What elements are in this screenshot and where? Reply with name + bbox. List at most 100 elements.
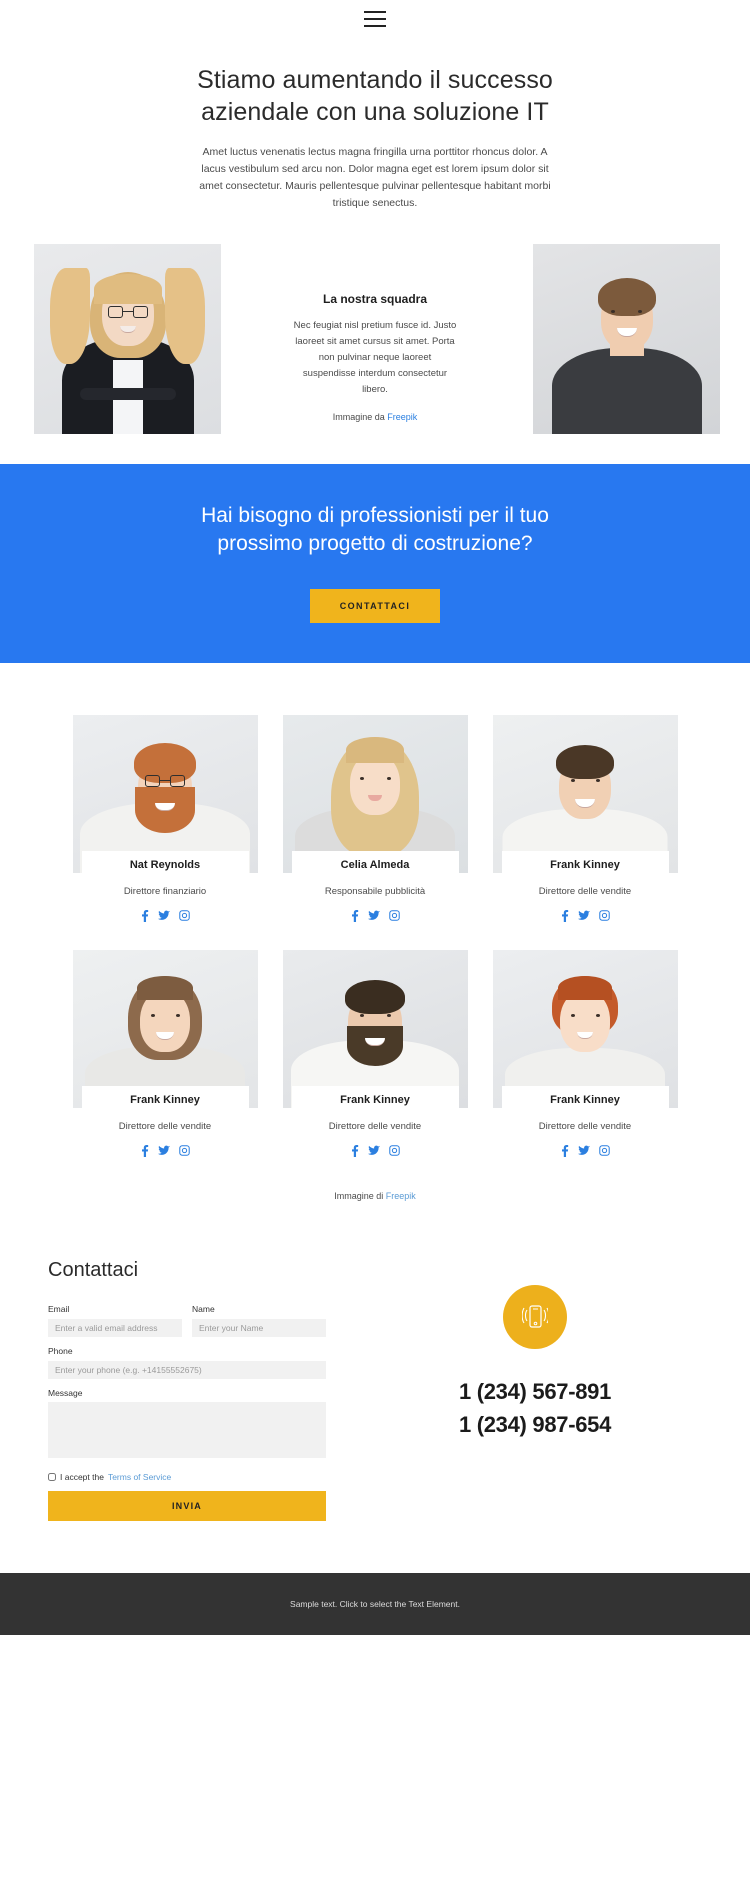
member-photo [72,949,258,1108]
team-member-card: Nat Reynolds Direttore finanziario [72,714,258,922]
message-input[interactable] [48,1401,326,1458]
mobile-phone-icon [503,1284,567,1349]
instagram-icon[interactable] [598,909,610,922]
facebook-icon[interactable] [561,909,569,922]
intro-credit-prefix: Immagine da [332,411,385,422]
team-credit-link[interactable]: Freepik [386,1191,416,1201]
member-photo [492,714,678,873]
facebook-icon[interactable] [141,1144,149,1157]
contact-us-button[interactable]: CONTATTACI [309,588,441,623]
member-photo [282,714,468,873]
message-label: Message [48,1387,83,1398]
member-social-links [493,909,678,922]
contact-section: Contattaci Email Name Phone Message I ac… [0,1201,750,1573]
twitter-icon[interactable] [157,1145,170,1157]
email-input[interactable] [48,1318,182,1337]
team-credit-prefix: Immagine di [334,1190,384,1201]
cta-banner: Hai bisogno di professionisti per il tuo… [0,464,750,663]
instagram-icon[interactable] [388,1144,400,1157]
twitter-icon[interactable] [157,910,170,922]
contact-field-row: Email Name [48,1304,348,1346]
member-photo [492,949,678,1108]
accept-terms-checkbox[interactable] [48,1472,56,1481]
team-row-2: Frank Kinney Direttore delle vendite Fra… [0,949,750,1157]
instagram-icon[interactable] [388,909,400,922]
member-social-links [73,909,258,922]
team-intro-section: La nostra squadra Nec feugiat nisl preti… [0,244,750,442]
instagram-icon[interactable] [178,909,190,922]
member-social-links [283,1144,468,1157]
phone-field-group: Phone [48,1346,326,1379]
hero-section: Stiamo aumentando il successo aziendale … [0,38,750,222]
facebook-icon[interactable] [141,909,149,922]
name-input[interactable] [192,1318,326,1337]
member-name-plate: Frank Kinney [291,1085,459,1113]
member-name: Nat Reynolds [129,858,201,871]
phone-number-1: 1 (234) 567-891 [458,1378,612,1404]
member-name-plate: Frank Kinney [81,1085,249,1113]
site-footer: Sample text. Click to select the Text El… [0,1572,750,1635]
team-member-card: Frank Kinney Direttore delle vendite [492,714,678,922]
hero-paragraph: Amet luctus venenatis lectus magna fring… [199,146,551,209]
member-name-plate: Nat Reynolds [81,850,249,878]
name-field-group: Name [192,1304,326,1337]
phone-number-2: 1 (234) 987-654 [458,1411,612,1437]
member-role: Direttore delle vendite [328,1120,422,1132]
contact-form: Contattaci Email Name Phone Message I ac… [48,1259,348,1521]
member-role: Direttore delle vendite [538,885,632,897]
intro-image-credit: Immagine da Freepik [292,412,458,422]
facebook-icon[interactable] [561,1144,569,1157]
team-intro-heading: La nostra squadra [322,292,428,306]
team-member-card: Celia Almeda Responsabile pubblicità [282,714,468,922]
terms-of-service-link[interactable]: Terms of Service [108,1472,171,1482]
instagram-icon[interactable] [178,1144,190,1157]
page-title: Stiamo aumentando il successo aziendale … [165,64,585,128]
member-name: Frank Kinney [130,1093,200,1106]
phone-input[interactable] [48,1360,326,1379]
intro-photo-right [533,244,720,434]
member-name: Celia Almeda [340,858,410,871]
hamburger-menu-icon[interactable] [364,11,386,27]
facebook-icon[interactable] [351,1144,359,1157]
team-member-card: Frank Kinney Direttore delle vendite [72,949,258,1157]
email-label: Email [48,1303,70,1314]
twitter-icon[interactable] [367,910,380,922]
team-intro-text: La nostra squadra Nec feugiat nisl preti… [292,292,458,422]
member-role: Direttore delle vendite [538,1120,632,1132]
member-name-plate: Celia Almeda [291,850,459,878]
team-grid-section: Nat Reynolds Direttore finanziario Celia… [0,663,750,1201]
team-row-1: Nat Reynolds Direttore finanziario Celia… [0,714,750,922]
twitter-icon[interactable] [367,1145,380,1157]
terms-acceptance-row: I accept the Terms of Service [48,1472,348,1482]
member-photo [282,949,468,1108]
member-name: Frank Kinney [550,858,620,871]
member-photo [72,714,258,873]
instagram-icon[interactable] [598,1144,610,1157]
name-label: Name [192,1303,215,1314]
team-member-card: Frank Kinney Direttore delle vendite [282,949,468,1157]
twitter-icon[interactable] [577,910,590,922]
member-social-links [493,1144,678,1157]
member-role: Direttore delle vendite [118,1120,212,1132]
twitter-icon[interactable] [577,1145,590,1157]
email-field-group: Email [48,1304,182,1337]
facebook-icon[interactable] [351,909,359,922]
intro-photo-left [34,244,221,434]
team-intro-paragraph: Nec feugiat nisl pretium fusce id. Justo… [293,320,457,395]
footer-text: Sample text. Click to select the Text El… [290,1598,460,1609]
member-name-plate: Frank Kinney [501,850,669,878]
accept-terms-label: I accept the [60,1471,104,1482]
team-image-credit: Immagine di Freepik [0,1169,750,1201]
site-header [0,0,750,38]
cta-heading: Hai bisogno di professionisti per il tuo… [175,502,575,559]
member-name: Frank Kinney [550,1093,620,1106]
hero-title-line-2: aziendale con una soluzione IT [201,98,549,126]
contact-phone-block: 1 (234) 567-891 1 (234) 987-654 [368,1259,702,1521]
member-name-plate: Frank Kinney [501,1085,669,1113]
intro-credit-link[interactable]: Freepik [387,412,417,422]
submit-button[interactable]: INVIA [48,1490,326,1521]
member-social-links [283,909,468,922]
member-role: Responsabile pubblicità [324,885,426,897]
team-member-card: Frank Kinney Direttore delle vendite [492,949,678,1157]
member-name: Frank Kinney [340,1093,410,1106]
